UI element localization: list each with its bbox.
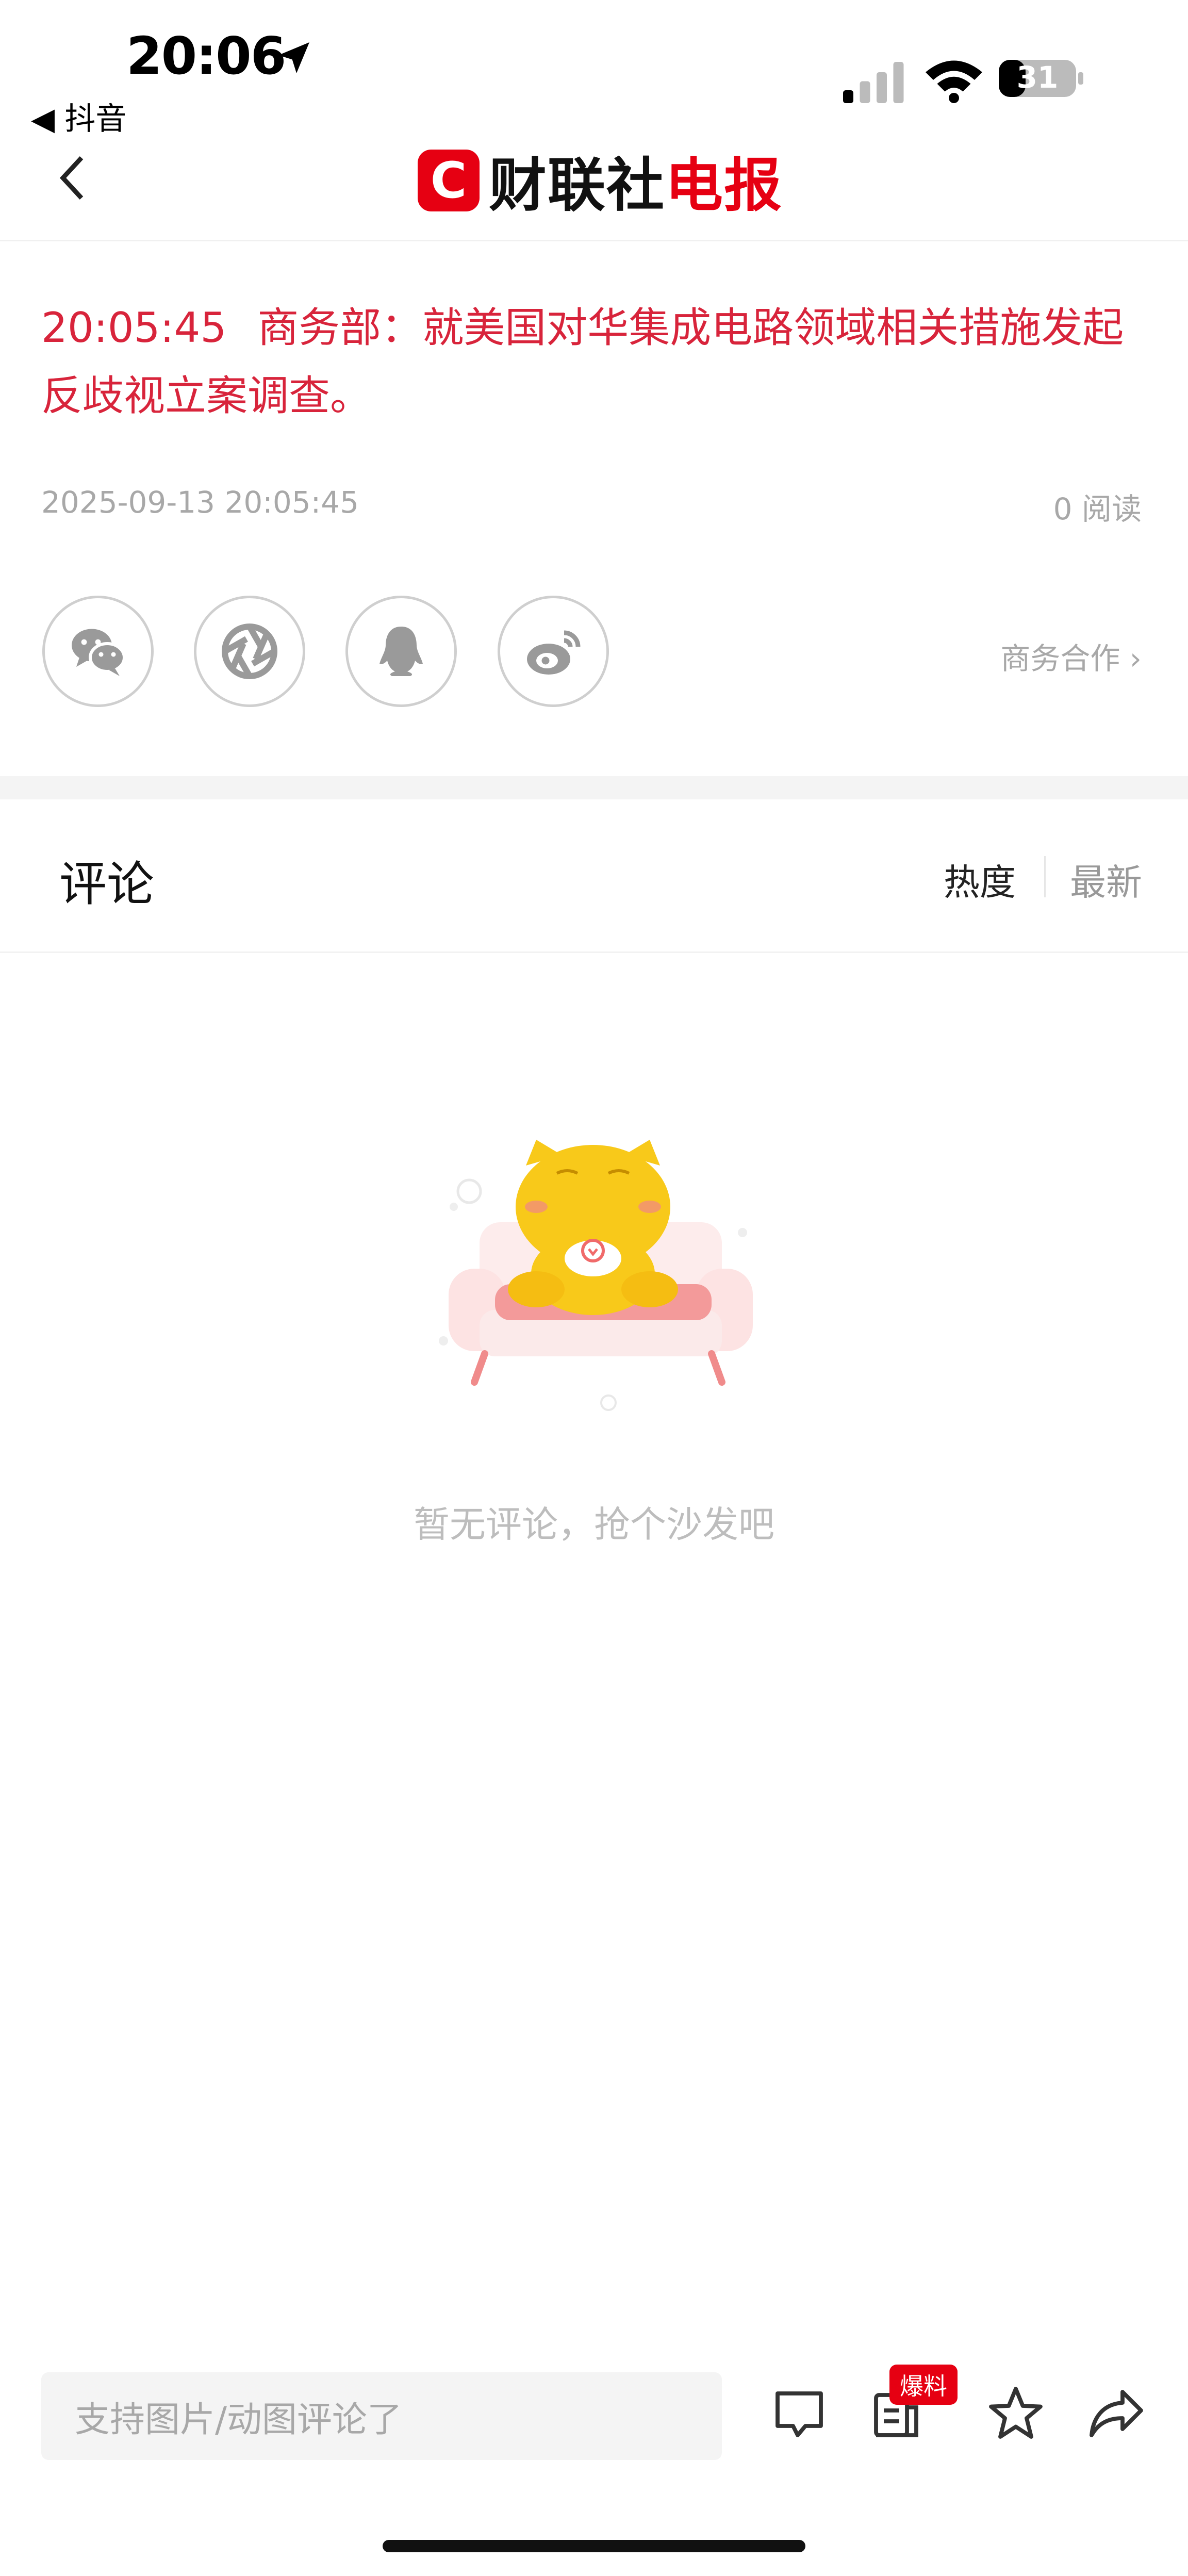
share-icon[interactable] — [1085, 2383, 1147, 2444]
weibo-icon — [527, 630, 581, 675]
sort-hot-tab[interactable]: 热度 — [944, 854, 1016, 906]
article-time: 20:05:45 — [41, 304, 227, 352]
share-qq-button[interactable] — [345, 596, 457, 707]
comment-input-placeholder: 支持图片/动图评论了 — [75, 2399, 402, 2440]
share-weibo-button[interactable] — [498, 596, 609, 707]
logo-text: 财联社电报 — [489, 139, 783, 222]
article-date: 2025-09-13 20:05:45 — [41, 485, 359, 520]
share-wechat-button[interactable] — [42, 596, 154, 707]
back-icon[interactable] — [57, 155, 88, 201]
logo-text-black: 财联社 — [489, 152, 665, 219]
comments-divider — [0, 951, 1188, 953]
comment-icon[interactable] — [768, 2383, 830, 2444]
moments-icon — [222, 624, 277, 679]
back-to-app-link[interactable]: ◀ 抖音 — [31, 94, 126, 139]
tip-badge[interactable]: 爆料 — [889, 2365, 958, 2405]
star-icon[interactable] — [985, 2383, 1047, 2444]
empty-mascot-illustration — [439, 1140, 753, 1411]
battery-level: 31 — [1016, 60, 1059, 95]
status-time: 20:06 — [126, 26, 286, 86]
read-count: 0 阅读 — [1053, 491, 1142, 527]
wifi-icon — [926, 60, 982, 103]
sort-divider — [1044, 856, 1046, 897]
qq-icon — [380, 627, 423, 676]
business-cooperation-link[interactable]: 商务合作 › — [1000, 634, 1142, 678]
article-headline: 20:05:45 商务部：就美国对华集成电路领域相关措施发起反歧视立案调查。 — [41, 294, 1155, 430]
logo-badge: C — [418, 150, 480, 211]
logo-letter: C — [430, 152, 467, 209]
app-logo: C 财联社电报 — [418, 147, 783, 219]
section-gap — [0, 776, 1188, 799]
comments-title: 评论 — [59, 857, 155, 912]
location-arrow-icon — [278, 42, 309, 73]
logo-text-red: 电报 — [665, 152, 783, 219]
empty-comments-text: 暂无评论，抢个沙发吧 — [414, 1503, 774, 1546]
wechat-icon — [72, 629, 126, 676]
home-indicator — [383, 2540, 805, 2552]
comment-input[interactable]: 支持图片/动图评论了 — [41, 2372, 722, 2460]
battery-indicator: 31 — [998, 58, 1085, 99]
nav-divider — [0, 240, 1188, 241]
share-moments-button[interactable] — [194, 596, 305, 707]
cellular-signal-icon — [843, 62, 904, 103]
sort-new-tab[interactable]: 最新 — [1070, 854, 1142, 906]
